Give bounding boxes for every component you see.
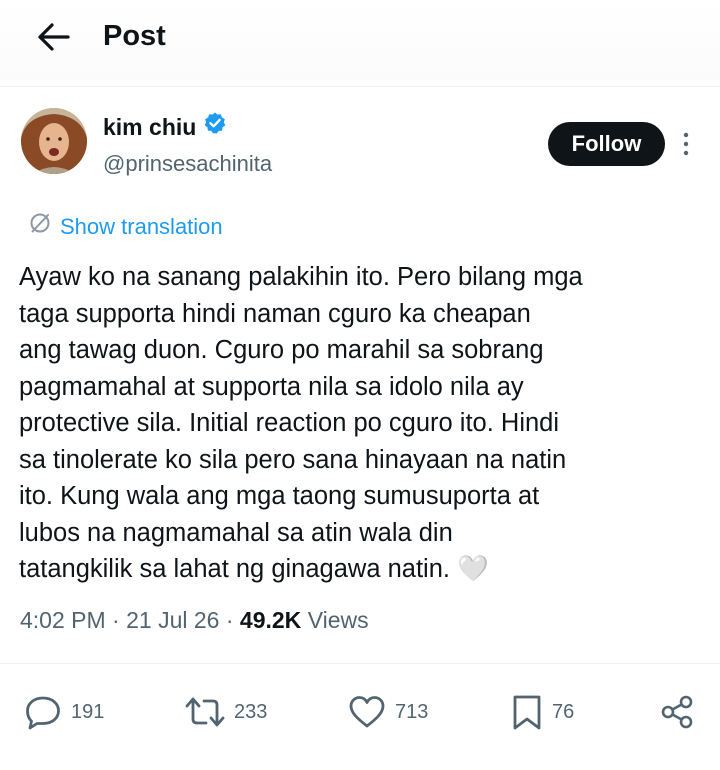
repost-icon: [184, 693, 226, 731]
header-divider: [0, 86, 720, 87]
show-translation-label: Show translation: [60, 214, 223, 239]
more-options-icon[interactable]: [676, 128, 696, 160]
bookmark-count: 76: [552, 700, 575, 723]
follow-button[interactable]: Follow: [548, 122, 665, 166]
repost-count: 233: [234, 700, 268, 723]
heart-icon: [347, 693, 387, 731]
author-handle[interactable]: @prinsesachinita: [103, 150, 272, 178]
author-name-label: kim chiu: [103, 113, 197, 140]
back-arrow-icon[interactable]: [34, 20, 74, 54]
bookmark-button[interactable]: 76: [510, 693, 574, 731]
avatar[interactable]: [21, 108, 87, 174]
post-text: Ayaw ko na sanang palakihin ito. Pero bi…: [19, 263, 583, 583]
meta-separator: ·: [112, 607, 127, 633]
views-label: Views: [307, 607, 369, 633]
author-name[interactable]: kim chiu: [103, 111, 227, 142]
translate-icon: [28, 211, 52, 243]
post-meta: 4:02 PM · 21 Jul 26 · 49.2K Views: [20, 604, 369, 636]
reply-count: 191: [71, 700, 105, 723]
page-title: Post: [103, 20, 166, 52]
views-count: 49.2K: [239, 607, 302, 633]
like-count: 713: [395, 700, 429, 723]
reply-button[interactable]: 191: [23, 693, 104, 731]
verified-badge-icon: [203, 111, 227, 142]
actions-divider: [0, 663, 720, 664]
share-icon: [659, 693, 697, 731]
share-button[interactable]: [659, 693, 697, 731]
repost-button[interactable]: 233: [184, 693, 267, 731]
post-time[interactable]: 4:02 PM: [20, 607, 106, 633]
bookmark-icon: [510, 693, 544, 731]
like-button[interactable]: 713: [347, 693, 428, 731]
show-translation-link[interactable]: Show translation: [28, 211, 223, 243]
post-date[interactable]: 21 Jul 26: [126, 607, 219, 633]
meta-separator: ·: [225, 607, 240, 633]
reply-icon: [23, 693, 63, 731]
